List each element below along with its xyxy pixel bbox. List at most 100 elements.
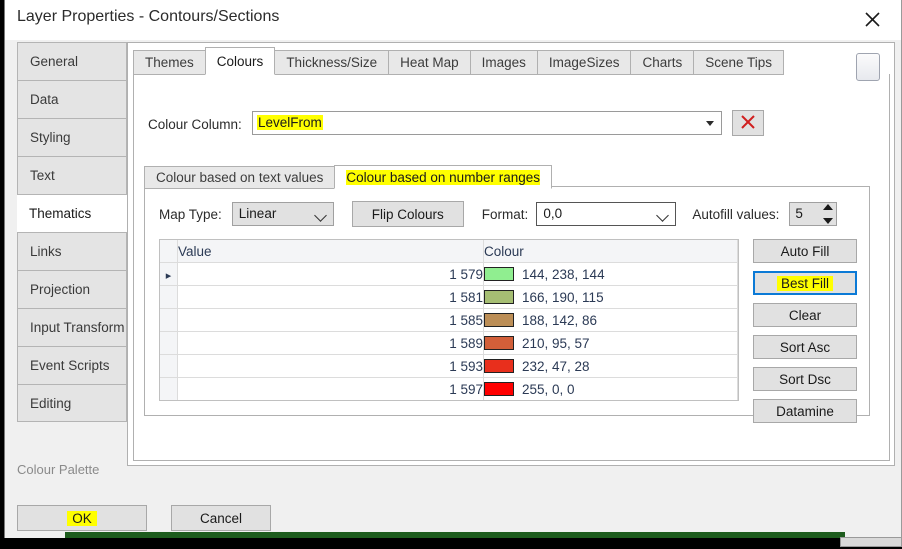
colour-swatch[interactable] [484,267,514,281]
colour-cell[interactable]: 210, 95, 57 [484,332,738,355]
colour-cell[interactable] [484,401,738,402]
autofill-label: Autofill values: [692,207,779,222]
tab-imagesizes[interactable]: ImageSizes [537,50,632,75]
format-label: Format: [482,207,529,222]
colour-swatch[interactable] [484,382,514,396]
tab-scene-tips[interactable]: Scene Tips [693,50,784,75]
row-selector-cell[interactable] [160,378,178,401]
spinner-buttons[interactable] [820,204,835,224]
colour-cell[interactable]: 255, 0, 0 [484,378,738,401]
row-selector-cell[interactable] [160,355,178,378]
row-selector-cell[interactable] [160,286,178,309]
button-label: Sort Dsc [779,372,831,387]
tab-thickness-size[interactable]: Thickness/Size [274,50,389,75]
auto-fill-button[interactable]: Auto Fill [753,239,857,263]
sidebar-item-links[interactable]: Links [17,232,127,270]
sort-asc-button[interactable]: Sort Asc [753,335,857,359]
sidebar-item-text[interactable]: Text [17,156,127,194]
table-row[interactable]: 1 581 166, 190, 115 [160,286,738,309]
row-selector-cell[interactable]: ✱ [160,401,178,402]
table-row[interactable]: 1 585 188, 142, 86 [160,309,738,332]
sidebar-item-label: Event Scripts [30,358,110,373]
sidebar-item-general[interactable]: General [17,42,127,80]
sidebar-item-thematics[interactable]: Thematics [17,194,127,232]
table-row[interactable]: 1 589 210, 95, 57 [160,332,738,355]
ok-button[interactable]: OK [17,505,147,531]
sidebar-item-projection[interactable]: Projection [17,270,127,308]
screenshot-root: Layer Properties - Contours/Sections Gen… [0,0,902,549]
sidebar-item-input-transform[interactable]: Input Transform [17,308,127,346]
controls-row: Map Type: Linear Flip Colours Format: 0,… [159,201,837,227]
sidebar-item-label: Projection [30,282,90,297]
colour-rgb-label: 210, 95, 57 [522,336,590,351]
value-cell[interactable]: 1 597 [178,378,484,401]
sidebar-item-editing[interactable]: Editing [17,384,127,422]
datamine-button[interactable]: Datamine [753,399,857,423]
format-combo[interactable]: 0,0 [536,202,676,226]
tab-strip: ThemesColoursThickness/SizeHeat MapImage… [133,47,783,75]
colour-swatch[interactable] [484,290,514,304]
autofill-value: 5 [795,206,803,221]
arrow-down-icon[interactable] [823,218,833,224]
button-label: Auto Fill [781,244,830,259]
table-row[interactable]: ▸1 579144, 238, 144 [160,263,738,286]
row-selector-cell[interactable] [160,332,178,355]
sidebar-item-label: Thematics [29,206,91,221]
colour-swatch[interactable] [484,336,514,350]
sidebar-item-label: Input Transform [30,320,125,335]
chevron-down-icon [706,121,714,126]
tab-heat-map[interactable]: Heat Map [388,50,471,75]
main-panel: ThemesColoursThickness/SizeHeat MapImage… [127,42,895,466]
tab-images[interactable]: Images [470,50,538,75]
map-type-label: Map Type: [159,207,222,222]
sidebar-item-data[interactable]: Data [17,80,127,118]
close-icon[interactable] [857,6,887,32]
flip-colours-button[interactable]: Flip Colours [352,201,464,227]
arrow-up-icon[interactable] [823,204,833,210]
colour-cell[interactable]: 188, 142, 86 [484,309,738,332]
layer-properties-window: Layer Properties - Contours/Sections Gen… [4,0,902,538]
colour-cell[interactable]: 166, 190, 115 [484,286,738,309]
value-cell[interactable]: 1 593 [178,355,484,378]
sidebar-item-label: Editing [30,396,71,411]
sub-tab-number-ranges[interactable]: Colour based on number ranges [334,165,552,189]
red-x-icon[interactable] [732,110,764,136]
ok-button-label: OK [67,511,97,526]
autofill-stepper[interactable]: 5 [789,202,837,226]
sidebar-item-event-scripts[interactable]: Event Scripts [17,346,127,384]
button-label: Clear [789,308,821,323]
sort-dsc-button[interactable]: Sort Dsc [753,367,857,391]
tab-themes[interactable]: Themes [133,50,206,75]
chevron-down-icon [314,209,327,222]
value-cell[interactable]: 1 579 [178,263,484,286]
table-row[interactable]: 1 593232, 47, 28 [160,355,738,378]
colour-ranges-grid[interactable]: Value Colour ▸1 579144, 238, 1441 581166… [159,239,739,401]
colour-rgb-label: 166, 190, 115 [522,290,604,305]
tab-colours[interactable]: Colours [205,47,276,75]
value-column-header: Value [178,240,484,263]
map-type-combo[interactable]: Linear [232,202,334,226]
sidebar-item-styling[interactable]: Styling [17,118,127,156]
value-cell[interactable]: No Value [178,401,484,402]
row-selector-cell[interactable] [160,309,178,332]
colour-rgb-label: 188, 142, 86 [522,313,597,328]
value-cell[interactable]: 1 589 [178,332,484,355]
palette-swatch-button[interactable] [856,53,880,81]
colour-swatch[interactable] [484,359,514,373]
colour-cell[interactable]: 232, 47, 28 [484,355,738,378]
value-cell[interactable]: 1 581 [178,286,484,309]
colour-swatch[interactable] [484,313,514,327]
tab-charts[interactable]: Charts [630,50,694,75]
sub-tab-text-values[interactable]: Colour based on text values [144,166,335,189]
clear-button[interactable]: Clear [753,303,857,327]
colour-column-combo[interactable]: LevelFrom [252,111,722,135]
taskbar-fragment [840,537,902,547]
cancel-button[interactable]: Cancel [171,505,271,531]
table-row[interactable]: ✱No Value [160,401,738,402]
colour-cell[interactable]: 144, 238, 144 [484,263,738,286]
table-row[interactable]: 1 597255, 0, 0 [160,378,738,401]
row-selector-cell[interactable]: ▸ [160,263,178,286]
best-fill-button[interactable]: Best Fill [753,271,857,295]
value-cell[interactable]: 1 585 [178,309,484,332]
title-bar: Layer Properties - Contours/Sections [5,0,901,40]
